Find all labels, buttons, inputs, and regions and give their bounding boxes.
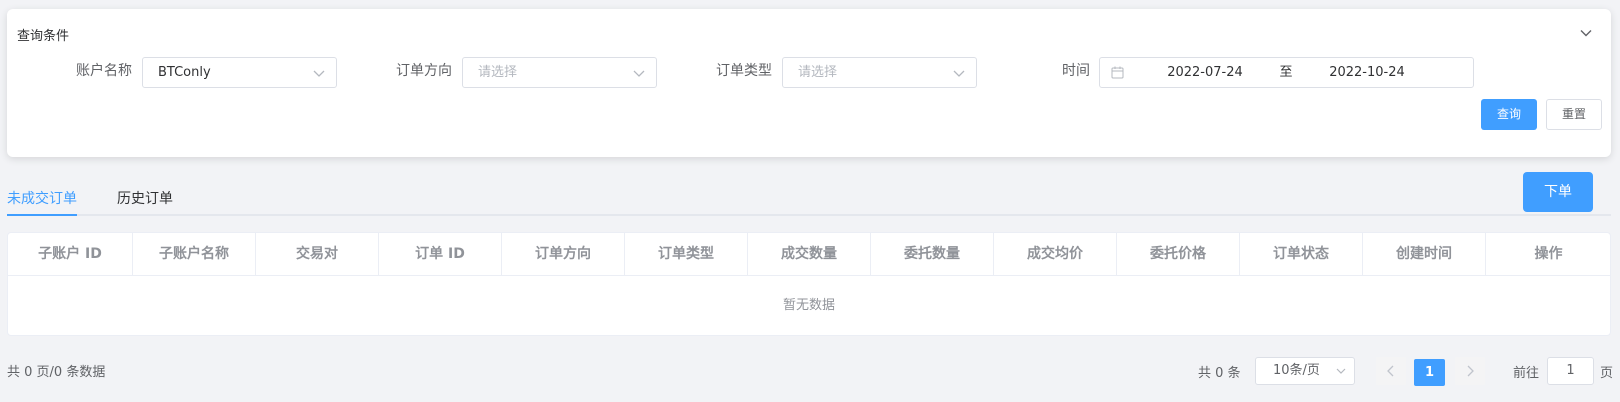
date-range-picker[interactable]: 2022-07-24 至 2022-10-24: [1099, 57, 1474, 88]
reset-button[interactable]: 重置: [1546, 99, 1602, 130]
pagination-total: 共 0 条: [1198, 366, 1241, 381]
column-header: 委托数量: [871, 233, 994, 276]
column-header: 创建时间: [1363, 233, 1486, 276]
column-header: 子账户 ID: [8, 233, 133, 276]
query-panel-title: 查询条件: [17, 29, 70, 44]
chevron-down-icon: [1336, 368, 1346, 374]
table-empty-text: 暂无数据: [782, 298, 835, 313]
column-header: 委托价格: [1117, 233, 1240, 276]
column-header: 订单类型: [625, 233, 748, 276]
account-label: 账户名称: [76, 63, 132, 79]
column-header: 成交数量: [748, 233, 871, 276]
direction-label: 订单方向: [396, 63, 452, 79]
orders-table: 子账户 ID 子账户名称 交易对 订单 ID 订单方向 订单类型 成交数量 委托…: [7, 232, 1611, 336]
chevron-down-icon: [313, 70, 325, 77]
date-separator: 至: [1279, 65, 1293, 80]
next-page-button[interactable]: [1455, 357, 1485, 385]
query-button[interactable]: 查询: [1481, 99, 1537, 130]
chevron-down-icon: [633, 70, 645, 77]
time-label: 时间: [1062, 63, 1090, 79]
page-size-value: 10条/页: [1273, 363, 1320, 378]
order-tabs: 未成交订单 历史订单: [7, 184, 1611, 216]
jump-label: 前往: [1513, 366, 1540, 381]
type-label: 订单类型: [716, 63, 772, 79]
column-header: 订单方向: [502, 233, 625, 276]
chevron-right-icon: [1467, 365, 1474, 377]
chevron-left-icon: [1387, 365, 1394, 377]
pagination-summary: 共 0 页/0 条数据: [7, 365, 106, 380]
jump-page-input[interactable]: 1: [1547, 357, 1594, 385]
place-order-button[interactable]: 下单: [1523, 172, 1593, 212]
page-number-current[interactable]: 1: [1414, 359, 1445, 386]
type-select[interactable]: 请选择: [782, 57, 977, 88]
page-size-select[interactable]: 10条/页: [1255, 357, 1355, 385]
tab-history-orders[interactable]: 历史订单: [117, 188, 173, 208]
column-header: 成交均价: [994, 233, 1117, 276]
prev-page-button[interactable]: [1376, 357, 1406, 385]
column-header: 子账户名称: [133, 233, 256, 276]
column-header: 操作: [1534, 246, 1563, 262]
column-header: 订单 ID: [379, 233, 502, 276]
active-tab-indicator: [7, 214, 77, 216]
chevron-down-icon[interactable]: [1579, 26, 1593, 40]
calendar-icon: [1111, 66, 1124, 79]
chevron-down-icon: [953, 70, 965, 77]
direction-select[interactable]: 请选择: [462, 57, 657, 88]
tab-open-orders[interactable]: 未成交订单: [7, 188, 77, 208]
date-start[interactable]: 2022-07-24: [1160, 58, 1250, 87]
type-select-placeholder: 请选择: [798, 65, 838, 80]
column-header: 订单状态: [1240, 233, 1363, 276]
column-header: 交易对: [256, 233, 379, 276]
date-end[interactable]: 2022-10-24: [1322, 58, 1412, 87]
account-select[interactable]: BTConly: [142, 57, 337, 88]
account-select-value: BTConly: [158, 65, 211, 80]
jump-suffix: 页: [1600, 366, 1614, 381]
direction-select-placeholder: 请选择: [478, 65, 518, 80]
table-header: 子账户 ID 子账户名称 交易对 订单 ID 订单方向 订单类型 成交数量 委托…: [8, 233, 1610, 276]
